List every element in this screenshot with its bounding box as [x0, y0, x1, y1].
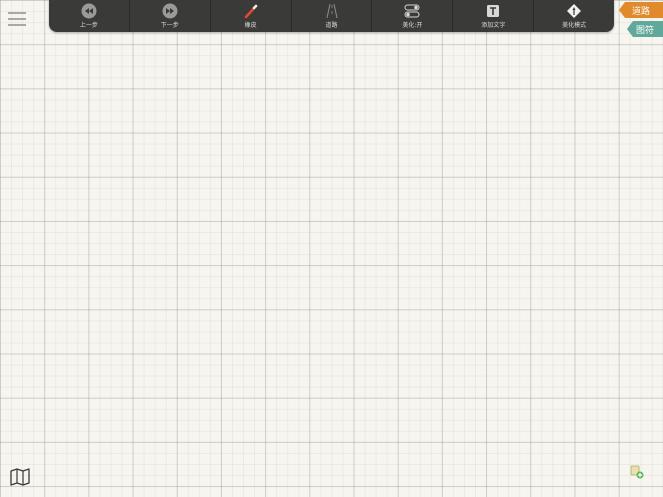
text-icon: [485, 2, 501, 20]
redo-icon: [162, 2, 178, 20]
eraser-button[interactable]: 橡皮: [211, 0, 292, 32]
undo-button[interactable]: 上一步: [49, 0, 130, 32]
add-text-label: 添加文字: [481, 22, 506, 29]
beautify-mode-label: 美化模式: [562, 22, 587, 29]
menu-line: [8, 18, 26, 20]
menu-line: [8, 24, 26, 26]
eraser-icon: [243, 2, 259, 20]
toggle-icon: [404, 2, 420, 20]
tab-symbol[interactable]: 图符: [627, 21, 663, 37]
road-label: 道路: [325, 22, 338, 29]
road-icon: [324, 2, 340, 20]
undo-label: 上一步: [79, 22, 98, 29]
redo-button[interactable]: 下一步: [130, 0, 211, 32]
map-icon[interactable]: [10, 468, 30, 486]
add-layer-icon[interactable]: [630, 464, 644, 479]
beautify-mode-icon: [566, 2, 582, 20]
menu-line: [8, 12, 26, 14]
add-text-button[interactable]: 添加文字: [453, 0, 535, 32]
beautify-mode-button[interactable]: 美化模式: [534, 0, 614, 32]
road-button[interactable]: 道路: [292, 0, 373, 32]
undo-icon: [81, 2, 97, 20]
beautify-toggle-button[interactable]: 美化:开: [372, 0, 454, 32]
beautify-toggle-label: 美化:开: [402, 22, 423, 29]
top-toolbar: 上一步 下一步 橡皮 道路 美化:开 添加文字 美化模式: [49, 0, 614, 32]
menu-button[interactable]: [8, 10, 28, 26]
redo-label: 下一步: [160, 22, 179, 29]
eraser-label: 橡皮: [244, 22, 257, 29]
tab-road[interactable]: 道路: [619, 2, 663, 18]
